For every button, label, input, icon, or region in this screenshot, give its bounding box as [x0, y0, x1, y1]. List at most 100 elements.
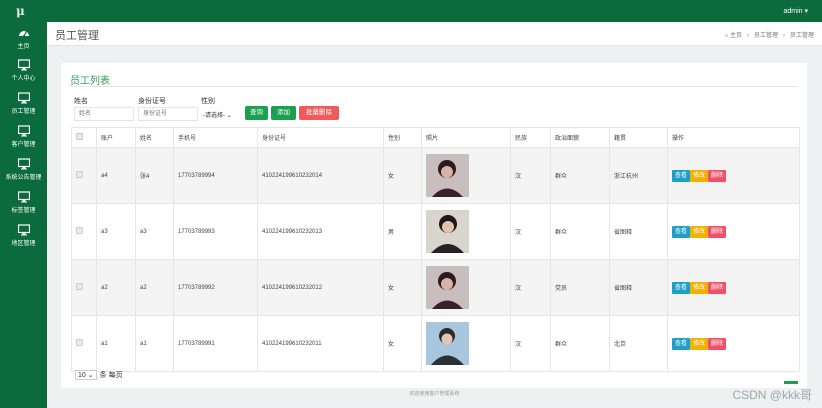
employee-photo — [426, 266, 469, 309]
breadcrumb-home[interactable]: 主页 — [730, 33, 742, 39]
cell-ethnic: 汉 — [510, 259, 551, 316]
employee-photo — [426, 322, 469, 365]
sidebar-item-label: 标签管理 — [11, 208, 36, 214]
app-logo[interactable]: μ — [16, 4, 25, 18]
cell-native: 浙江杭州 — [609, 147, 668, 204]
name-filter-input[interactable] — [74, 107, 134, 121]
cell-native: 省图释 — [609, 203, 668, 260]
watermark: CSDN @kkk哥 — [732, 388, 812, 402]
cell-ethnic: 汉 — [510, 315, 551, 372]
add-button[interactable]: 添加 — [271, 106, 296, 120]
cell-native: 省图释 — [609, 259, 668, 316]
employee-photo — [426, 154, 469, 197]
column-header: 性别 — [383, 127, 422, 148]
sidebar-item-label: 地区管理 — [11, 241, 36, 247]
employee-table: 账户 姓名 手机号 身份证号 性别 照片 民族 政治面貌 籍贯 操作 a4 张4… — [71, 127, 800, 372]
sidebar-item-regions[interactable]: 地区管理 — [0, 224, 47, 256]
cell-name: a2 — [135, 259, 174, 316]
cell-id-card: 410224199610232014 — [257, 147, 384, 204]
row-checkbox[interactable] — [76, 227, 83, 234]
divider — [70, 86, 798, 87]
cell-political: 群众 — [550, 147, 610, 204]
search-button[interactable]: 查询 — [245, 106, 268, 120]
table-header-row: 账户 姓名 手机号 身份证号 性别 照片 民族 政治面貌 籍贯 操作 — [71, 127, 800, 148]
cell-ethnic: 汉 — [510, 203, 551, 260]
sidebar-item-tags[interactable]: 标签管理 — [0, 191, 47, 223]
cell-gender: 女 — [383, 315, 422, 372]
table-row: a2 a2 17703789992 410224199610232012 女 汉… — [71, 259, 800, 316]
table-row: a1 a1 17703789991 410224199610232011 女 汉… — [71, 315, 800, 372]
view-button[interactable]: 查看 — [672, 281, 691, 294]
cell-phone: 17703789992 — [173, 259, 258, 316]
user-menu[interactable]: admin ▾ — [783, 7, 808, 15]
monitor-icon — [17, 92, 30, 104]
view-button[interactable]: 查看 — [672, 337, 691, 350]
cell-name: a1 — [135, 315, 174, 372]
monitor-icon — [17, 125, 30, 137]
column-header: 身份证号 — [257, 127, 384, 148]
delete-button[interactable]: 删除 — [708, 281, 727, 294]
dashboard-icon — [18, 31, 29, 37]
sidebar-item-label: 客户管理 — [11, 142, 36, 148]
cell-gender: 女 — [383, 259, 422, 316]
sidebar-item-label: 员工管理 — [11, 109, 36, 115]
delete-button[interactable]: 删除 — [708, 225, 727, 238]
column-header: 籍贯 — [609, 127, 668, 148]
employee-photo — [426, 210, 469, 253]
column-header: 姓名 — [135, 127, 174, 148]
delete-button[interactable]: 删除 — [708, 337, 727, 350]
cell-id-card: 410224199610232011 — [257, 315, 384, 372]
edit-button[interactable]: 修改 — [690, 281, 709, 294]
page-size-value: 10 — [78, 372, 86, 379]
row-checkbox[interactable] — [76, 283, 83, 290]
breadcrumb-current: 员工管理 — [789, 33, 814, 39]
cell-name: a3 — [135, 203, 174, 260]
sidebar-item-customers[interactable]: 客户管理 — [0, 125, 47, 157]
page-header: 员工管理 ⌂ 主页 › 员工管理 › 员工管理 — [47, 22, 822, 46]
delete-button[interactable]: 删除 — [708, 169, 727, 182]
employee-list-card: 员工列表 姓名 身份证号 性别 -请选择- ⌄ 查询 添加 批量删除 账户 姓名… — [61, 63, 807, 388]
sidebar-item-label: 系统公告管理 — [5, 175, 42, 181]
pagination: 10 ⌄ 条 每页 — [75, 370, 123, 380]
card-title: 员工列表 — [70, 76, 110, 87]
sidebar-item-personal[interactable]: 个人中心 — [0, 59, 47, 91]
cell-political: 党员 — [550, 259, 610, 316]
monitor-icon — [17, 59, 30, 71]
column-header: 账户 — [96, 127, 136, 148]
id-filter-input[interactable] — [138, 107, 198, 121]
row-checkbox[interactable] — [76, 339, 83, 346]
column-header: 政治面貌 — [550, 127, 610, 148]
cell-phone: 17703789994 — [173, 147, 258, 204]
cell-account: a4 — [96, 147, 136, 204]
batch-delete-button[interactable]: 批量删除 — [299, 106, 339, 120]
breadcrumb-item[interactable]: 员工管理 — [754, 33, 778, 39]
back-to-top-button[interactable] — [784, 381, 798, 384]
cell-phone: 17703789993 — [173, 203, 258, 260]
gender-select[interactable]: -请选择- ⌄ — [201, 107, 243, 121]
chevron-down-icon: ⌄ — [87, 372, 94, 379]
cell-account: a1 — [96, 315, 136, 372]
edit-button[interactable]: 修改 — [690, 169, 709, 182]
page-size-select[interactable]: 10 ⌄ — [75, 370, 97, 380]
sidebar: 主页 个人中心 员工管理 客户管理 系统公告管理 标签管理 地区管理 — [0, 22, 47, 408]
table-row: a4 张4 17703789994 410224199610232014 女 汉… — [71, 147, 800, 204]
view-button[interactable]: 查看 — [672, 225, 691, 238]
cell-gender: 男 — [383, 203, 422, 260]
cell-account: a2 — [96, 259, 136, 316]
edit-button[interactable]: 修改 — [690, 337, 709, 350]
cell-political: 群众 — [550, 315, 610, 372]
select-all-checkbox[interactable] — [76, 133, 83, 140]
sidebar-item-employees[interactable]: 员工管理 — [0, 92, 47, 124]
view-button[interactable]: 查看 — [672, 169, 691, 182]
sidebar-item-announcements[interactable]: 系统公告管理 — [0, 158, 47, 190]
monitor-icon — [17, 191, 30, 203]
row-checkbox[interactable] — [76, 171, 83, 178]
footer-text: 欢迎使用客户管理系统 — [409, 391, 460, 397]
column-header: 手机号 — [173, 127, 258, 148]
edit-button[interactable]: 修改 — [690, 225, 709, 238]
sidebar-item-home[interactable]: 主页 — [0, 27, 47, 59]
page-title: 员工管理 — [55, 30, 99, 42]
column-header: 民族 — [510, 127, 551, 148]
cell-id-card: 410224199610232012 — [257, 259, 384, 316]
column-header: 照片 — [421, 127, 511, 148]
